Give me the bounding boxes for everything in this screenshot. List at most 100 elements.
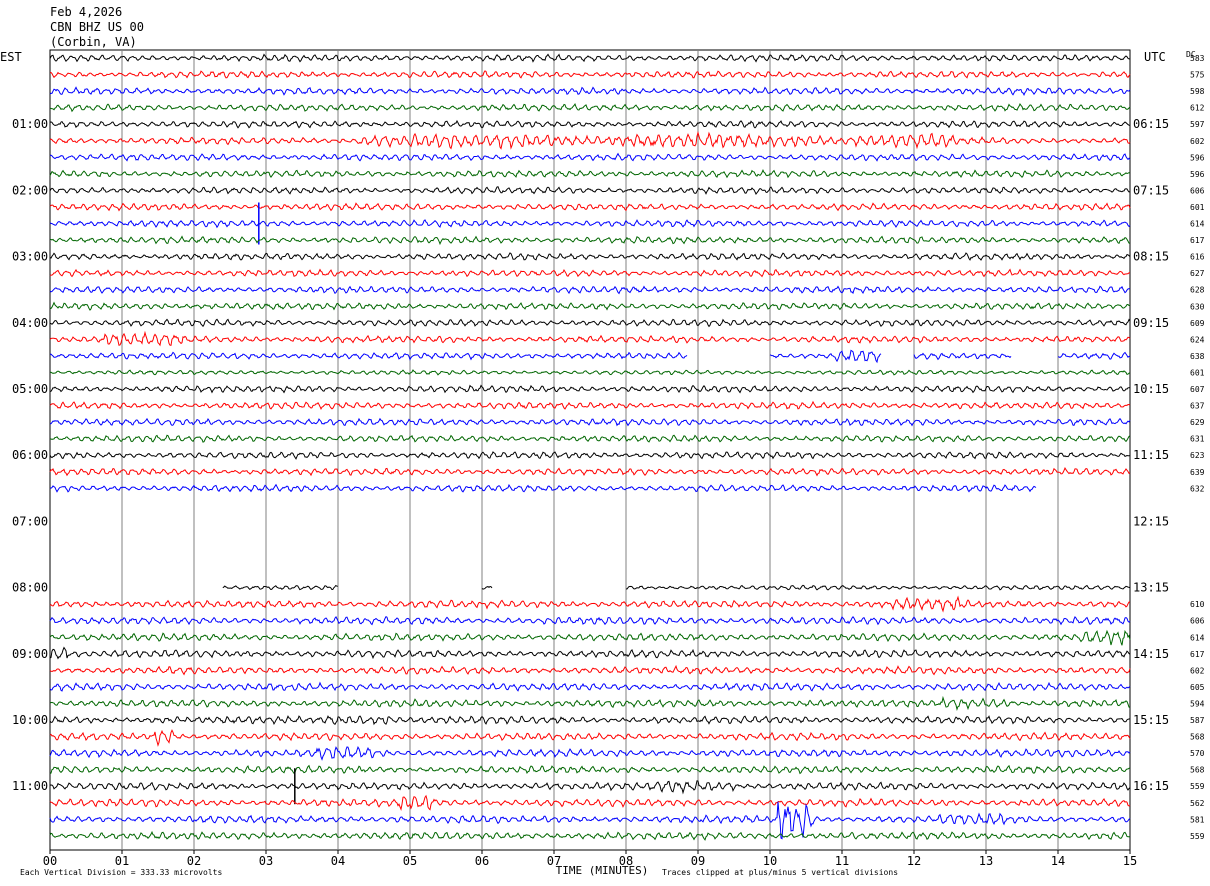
- right-hour-label: 09:15: [1133, 316, 1169, 330]
- dc-offset-label: 609: [1190, 319, 1205, 328]
- seismic-trace: [913, 352, 1012, 361]
- dc-offset-label: 598: [1190, 87, 1205, 96]
- seismic-trace: [49, 467, 1131, 477]
- seismic-trace: [49, 715, 1131, 726]
- dc-offset-label: 624: [1190, 335, 1205, 344]
- seismic-trace: [49, 451, 1131, 460]
- seismic-trace: [49, 168, 1131, 179]
- right-hour-label: 10:15: [1133, 382, 1169, 396]
- x-tick-label: 13: [979, 854, 993, 868]
- dc-offset-label: 612: [1190, 104, 1205, 113]
- seismic-trace: [49, 318, 1131, 328]
- seismic-trace: [49, 629, 1131, 646]
- seismic-trace: [49, 681, 1131, 692]
- dc-offset-label: 637: [1190, 402, 1205, 411]
- seismic-trace: [49, 417, 1131, 427]
- left-hour-label: 04:00: [12, 316, 48, 330]
- dc-offset-label: 575: [1190, 71, 1205, 80]
- left-hour-label: 09:00: [12, 647, 48, 661]
- seismic-trace: [49, 695, 1131, 712]
- dc-offset-label: 601: [1190, 368, 1205, 377]
- x-tick-label: 01: [115, 854, 129, 868]
- dc-offset-label: 616: [1190, 253, 1205, 262]
- plot-frame: [49, 49, 1131, 851]
- dc-offset-label: 597: [1190, 120, 1205, 129]
- x-tick-label: 14: [1051, 854, 1065, 868]
- helicorder-plot: 00 01 02 03 04 05 06 07 08 09 10 11 12 13 14 1501:0002:…: [12, 49, 1205, 877]
- seismic-trace: [49, 746, 1131, 761]
- x-tick-label: 03: [259, 854, 273, 868]
- left-hour-label: 06:00: [12, 448, 48, 462]
- seismic-trace: [49, 285, 1131, 295]
- seismic-trace: [49, 330, 1131, 347]
- dc-offset-label: 606: [1190, 186, 1205, 195]
- seismic-trace: [49, 595, 1131, 613]
- dc-offset-label: 629: [1190, 418, 1205, 427]
- dc-offset-label: 594: [1190, 699, 1205, 708]
- dc-offset-label: 638: [1190, 352, 1205, 361]
- seismic-trace: [1057, 351, 1131, 360]
- dc-offset-label: 583: [1190, 54, 1205, 63]
- dc-offset-label: 596: [1190, 170, 1205, 179]
- seismic-trace: [49, 268, 1131, 278]
- seismic-trace: [49, 86, 1131, 96]
- seismic-trace: [49, 186, 1131, 195]
- right-hour-label: 08:15: [1133, 250, 1169, 264]
- seismic-trace: [49, 301, 1131, 311]
- right-hour-label: 13:15: [1133, 581, 1169, 595]
- dc-offset-label: 568: [1190, 766, 1205, 775]
- seismic-trace: [50, 102, 1131, 113]
- clip-note: Traces clipped at plus/minus 5 vertical …: [662, 868, 898, 877]
- dc-offset-label: 610: [1190, 600, 1205, 609]
- seismic-trace: [49, 780, 1131, 795]
- left-hour-label: 11:00: [12, 779, 48, 793]
- seismic-trace: [49, 646, 1131, 660]
- x-tick-label: 10: [763, 854, 777, 868]
- seismic-trace: [625, 584, 1131, 591]
- x-tick-label: 15: [1123, 854, 1137, 868]
- dc-offset-label: 614: [1190, 220, 1205, 229]
- dc-offset-label: 632: [1190, 484, 1205, 493]
- left-hour-label: 01:00: [12, 117, 48, 131]
- left-hour-label: 05:00: [12, 382, 48, 396]
- left-hour-label: 02:00: [12, 183, 48, 197]
- dc-offset-label: 606: [1190, 617, 1205, 626]
- seismic-trace: [49, 119, 1131, 129]
- seismic-trace: [49, 664, 1131, 676]
- dc-offset-label: 602: [1190, 137, 1205, 146]
- seismic-trace: [222, 584, 338, 591]
- seismic-trace: [49, 384, 1131, 394]
- dc-offset-label: 630: [1190, 302, 1205, 311]
- left-hour-label: 07:00: [12, 514, 48, 528]
- right-hour-label: 12:15: [1133, 514, 1169, 528]
- seismic-trace: [49, 400, 1131, 411]
- dc-offset-label: 639: [1190, 468, 1205, 477]
- seismic-trace: [49, 70, 1131, 79]
- dc-offset-label: 559: [1190, 832, 1205, 841]
- dc-offset-label: 614: [1190, 633, 1205, 642]
- dc-offset-label: 607: [1190, 385, 1205, 394]
- dc-offset-label: 602: [1190, 666, 1205, 675]
- x-tick-label: 12: [907, 854, 921, 868]
- scale-note: Each Vertical Division = 333.33 microvol…: [20, 868, 222, 877]
- right-hour-label: 14:15: [1133, 647, 1169, 661]
- dc-offset-label: 570: [1190, 749, 1205, 758]
- seismic-trace: [49, 53, 1131, 63]
- seismic-trace: [49, 801, 1131, 840]
- left-hour-label: 08:00: [12, 581, 48, 595]
- dc-offset-label: 587: [1190, 716, 1205, 725]
- seismic-trace: [49, 764, 1131, 775]
- dc-offset-label: 623: [1190, 451, 1205, 460]
- left-hour-label: 03:00: [12, 250, 48, 264]
- seismic-trace: [49, 729, 1131, 747]
- seismic-trace: [49, 235, 1131, 246]
- x-tick-label: 09: [691, 854, 705, 868]
- dc-offset-label: 568: [1190, 733, 1205, 742]
- dc-offset-label: 627: [1190, 269, 1205, 278]
- right-hour-label: 11:15: [1133, 448, 1169, 462]
- dc-offset-label: 581: [1190, 815, 1205, 824]
- right-hour-label: 06:15: [1133, 117, 1169, 131]
- x-tick-label: 05: [403, 854, 417, 868]
- dc-offset-label: 631: [1190, 435, 1205, 444]
- seismic-trace: [49, 252, 1131, 261]
